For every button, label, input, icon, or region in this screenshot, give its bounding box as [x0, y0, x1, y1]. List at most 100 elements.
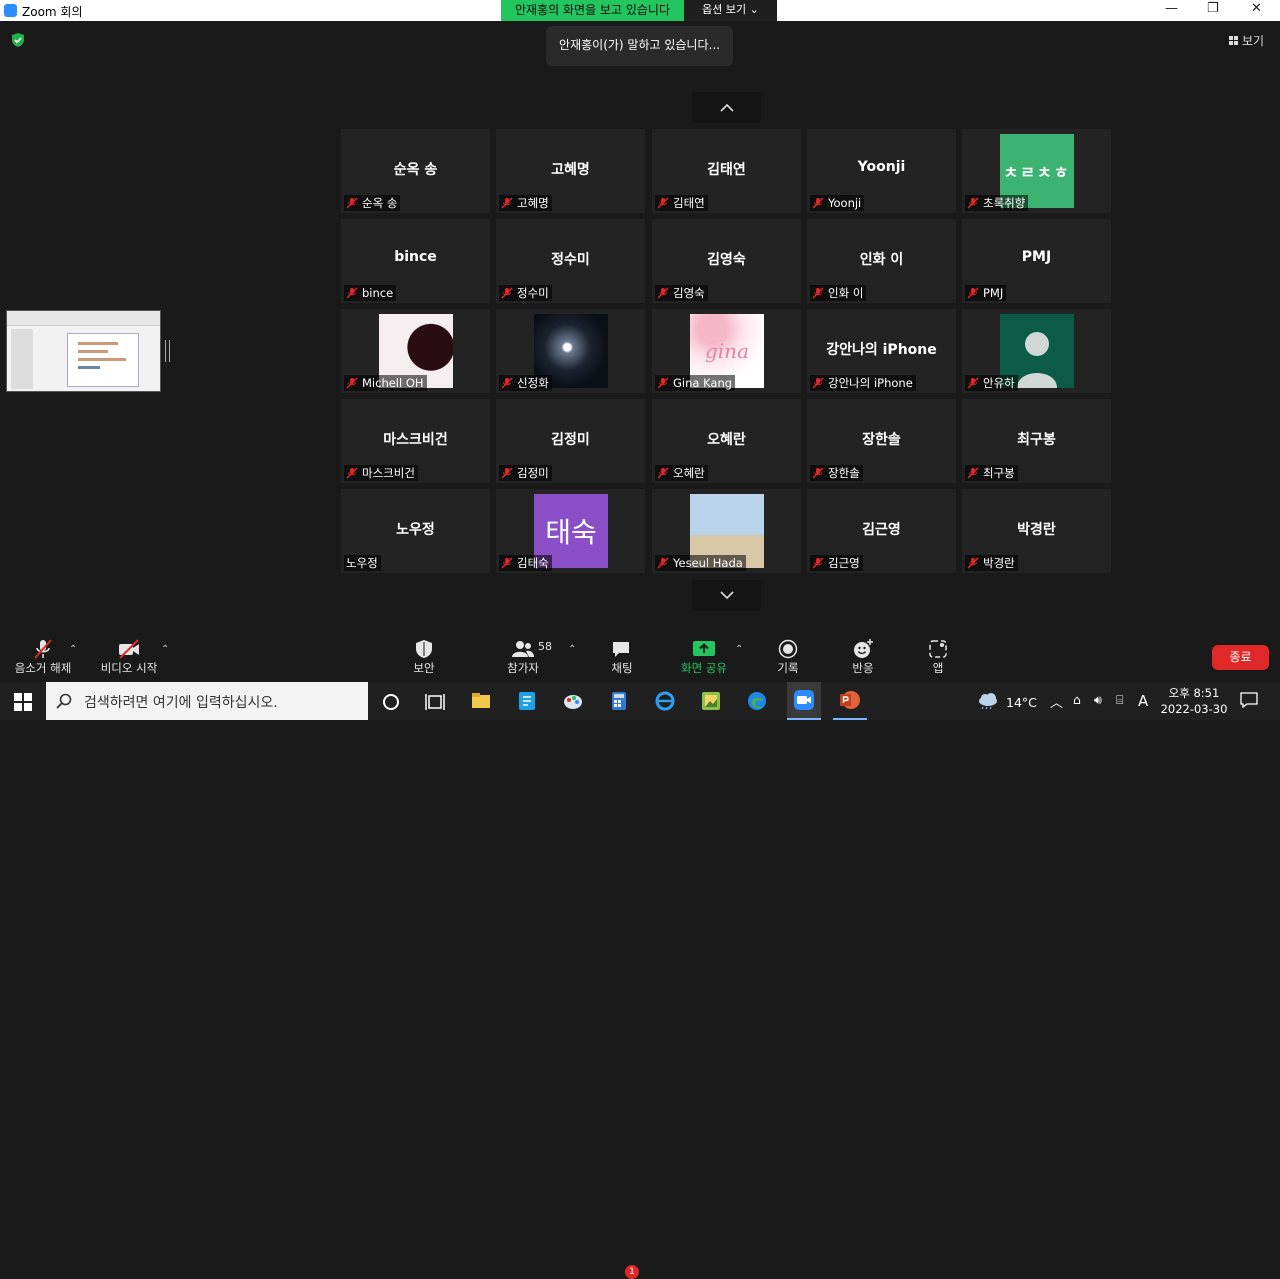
search-icon [56, 693, 72, 709]
weather-temperature[interactable]: 14°C [1006, 695, 1037, 710]
restore-icon[interactable]: ❐ [1207, 1, 1219, 16]
participant-name: 초록취향 [983, 196, 1026, 210]
participant-tile[interactable]: 김근영 김근영 [807, 489, 956, 573]
share-screen-button[interactable]: 화면 공유 [676, 638, 732, 676]
participant-tile[interactable]: 안유하 [962, 309, 1111, 393]
participant-tile[interactable]: 최구봉 최구봉 [962, 399, 1111, 483]
participant-name-tag: Yeseul Hada [655, 555, 746, 571]
participant-tile[interactable]: 김태연 김태연 [652, 129, 801, 213]
minimize-icon[interactable]: — [1165, 1, 1178, 16]
edge-browser-icon[interactable] [746, 690, 768, 712]
onedrive-icon[interactable]: ⌂ [1073, 692, 1081, 707]
participant-name: 마스크비건 [362, 466, 415, 480]
audio-options-chevron-icon[interactable]: ⌃ [69, 644, 77, 655]
participant-display-name: PMJ [1021, 249, 1052, 265]
mic-muted-icon [501, 557, 513, 569]
share-options-chevron-icon[interactable]: ⌃ [735, 644, 743, 655]
unmute-button[interactable]: 음소거 해제 [12, 638, 74, 676]
apps-label: 앱 [932, 661, 944, 675]
participant-tile[interactable]: 노우정 노우정 [341, 489, 490, 573]
participant-tile[interactable]: 장한솔 장한솔 [807, 399, 956, 483]
participant-display-name: 고혜명 [551, 162, 590, 178]
weather-cloud-icon[interactable] [976, 690, 1000, 710]
powerpoint-icon [840, 691, 860, 709]
participant-name: 강안나의 iPhone [828, 376, 913, 390]
participant-tile[interactable]: 신정화 [496, 309, 645, 393]
participant-name: 노우정 [346, 556, 378, 570]
reactions-button[interactable]: 반응 [845, 638, 881, 676]
page-down-button[interactable] [692, 580, 761, 611]
zoom-taskbar-button[interactable] [787, 682, 821, 720]
participant-tile[interactable]: 인화 이 인화 이 [807, 219, 956, 303]
participant-name-tag: 신정화 [499, 375, 552, 391]
participant-tile[interactable]: 순옥 송 순옥 송 [341, 129, 490, 213]
file-explorer-icon[interactable] [470, 690, 492, 712]
notification-center-icon[interactable] [1240, 692, 1258, 708]
cortana-icon[interactable] [380, 691, 402, 713]
participant-tile[interactable]: Michell OH [341, 309, 490, 393]
participant-tile[interactable]: 김영숙 김영숙 [652, 219, 801, 303]
participant-tile[interactable]: 김정미 김정미 [496, 399, 645, 483]
participant-name: Yoonji [828, 196, 862, 210]
participant-name-tag: 김태연 [655, 195, 708, 211]
chevron-up-icon [719, 103, 734, 112]
view-button[interactable]: 보기 [1229, 32, 1264, 49]
mic-muted-icon [346, 467, 358, 479]
participant-tile[interactable]: Yeseul Hada [652, 489, 801, 573]
video-options-chevron-icon[interactable]: ⌃ [161, 644, 169, 655]
mic-muted-icon [812, 377, 824, 389]
participant-tile[interactable]: 태숙 김태숙 [496, 489, 645, 573]
participant-display-name: 노우정 [396, 522, 435, 538]
view-options-button[interactable]: 옵션 보기 ⌄ [684, 0, 777, 21]
participant-display-name: 오혜란 [707, 432, 746, 448]
participant-tile[interactable]: ㅊㄹㅊㅎ 초록취향 [962, 129, 1111, 213]
paint-icon[interactable] [562, 690, 584, 712]
show-hidden-icons-chevron-icon[interactable]: ︿ [1050, 692, 1063, 711]
chevron-down-icon: ⌄ [749, 3, 759, 16]
volume-icon[interactable]: 🔊︎ [1094, 692, 1102, 708]
participant-tile[interactable]: 오혜란 오혜란 [652, 399, 801, 483]
apps-button[interactable]: 앱 [920, 638, 956, 676]
participant-tile[interactable]: gina Gina Kang [652, 309, 801, 393]
network-icon[interactable]: ⌸ [1116, 692, 1124, 708]
calculator-icon[interactable] [608, 690, 630, 712]
powerpoint-taskbar-button[interactable] [833, 682, 867, 720]
participant-name: bince [362, 286, 394, 300]
encryption-shield-icon[interactable] [11, 33, 25, 47]
photos-app-icon[interactable] [700, 690, 722, 712]
thumbnail-resize-handle[interactable] [165, 340, 170, 362]
chat-label: 채팅 [611, 661, 633, 675]
mic-muted-icon [501, 467, 513, 479]
participant-tile[interactable]: bince bince [341, 219, 490, 303]
app-icon-blue[interactable] [516, 690, 538, 712]
participant-tile[interactable]: PMJ PMJ [962, 219, 1111, 303]
participant-name: Gina Kang [673, 376, 733, 390]
security-button[interactable]: 보안 [404, 638, 444, 676]
participant-name-tag: 정수미 [499, 285, 552, 301]
mic-muted-icon [812, 467, 824, 479]
clock-date[interactable]: 2022-03-30 [1160, 702, 1228, 716]
participant-tile[interactable]: 강안나의 iPhone 강안나의 iPhone [807, 309, 956, 393]
participant-tile[interactable]: 마스크비건 마스크비건 [341, 399, 490, 483]
participant-tile[interactable]: 고혜명 고혜명 [496, 129, 645, 213]
end-meeting-button[interactable]: 종료 [1212, 645, 1269, 670]
participant-tile[interactable]: 정수미 정수미 [496, 219, 645, 303]
participant-name: 김근영 [828, 556, 860, 570]
participants-label: 참가자 [507, 661, 539, 675]
clock-time[interactable]: 오후 8:51 [1166, 685, 1222, 701]
start-video-button[interactable]: 비디오 시작 [98, 638, 160, 676]
chat-button[interactable]: 채팅 [604, 638, 640, 676]
participant-tile[interactable]: Yoonji Yoonji [807, 129, 956, 213]
input-method-indicator[interactable]: A [1138, 692, 1148, 710]
participants-options-chevron-icon[interactable]: ⌃ [568, 644, 576, 655]
participant-tile[interactable]: 박경란 박경란 [962, 489, 1111, 573]
windows-start-icon[interactable] [14, 693, 32, 711]
close-icon[interactable]: ✕ [1251, 1, 1262, 16]
internet-explorer-icon[interactable] [654, 690, 676, 712]
task-view-icon[interactable] [424, 691, 446, 713]
taskbar-search-box[interactable]: 검색하려면 여기에 입력하십시오. [46, 682, 368, 720]
record-button[interactable]: 기록 [770, 638, 806, 676]
participant-display-name: 김근영 [862, 522, 901, 538]
page-up-button[interactable] [692, 92, 761, 123]
shared-screen-thumbnail[interactable] [6, 310, 161, 392]
